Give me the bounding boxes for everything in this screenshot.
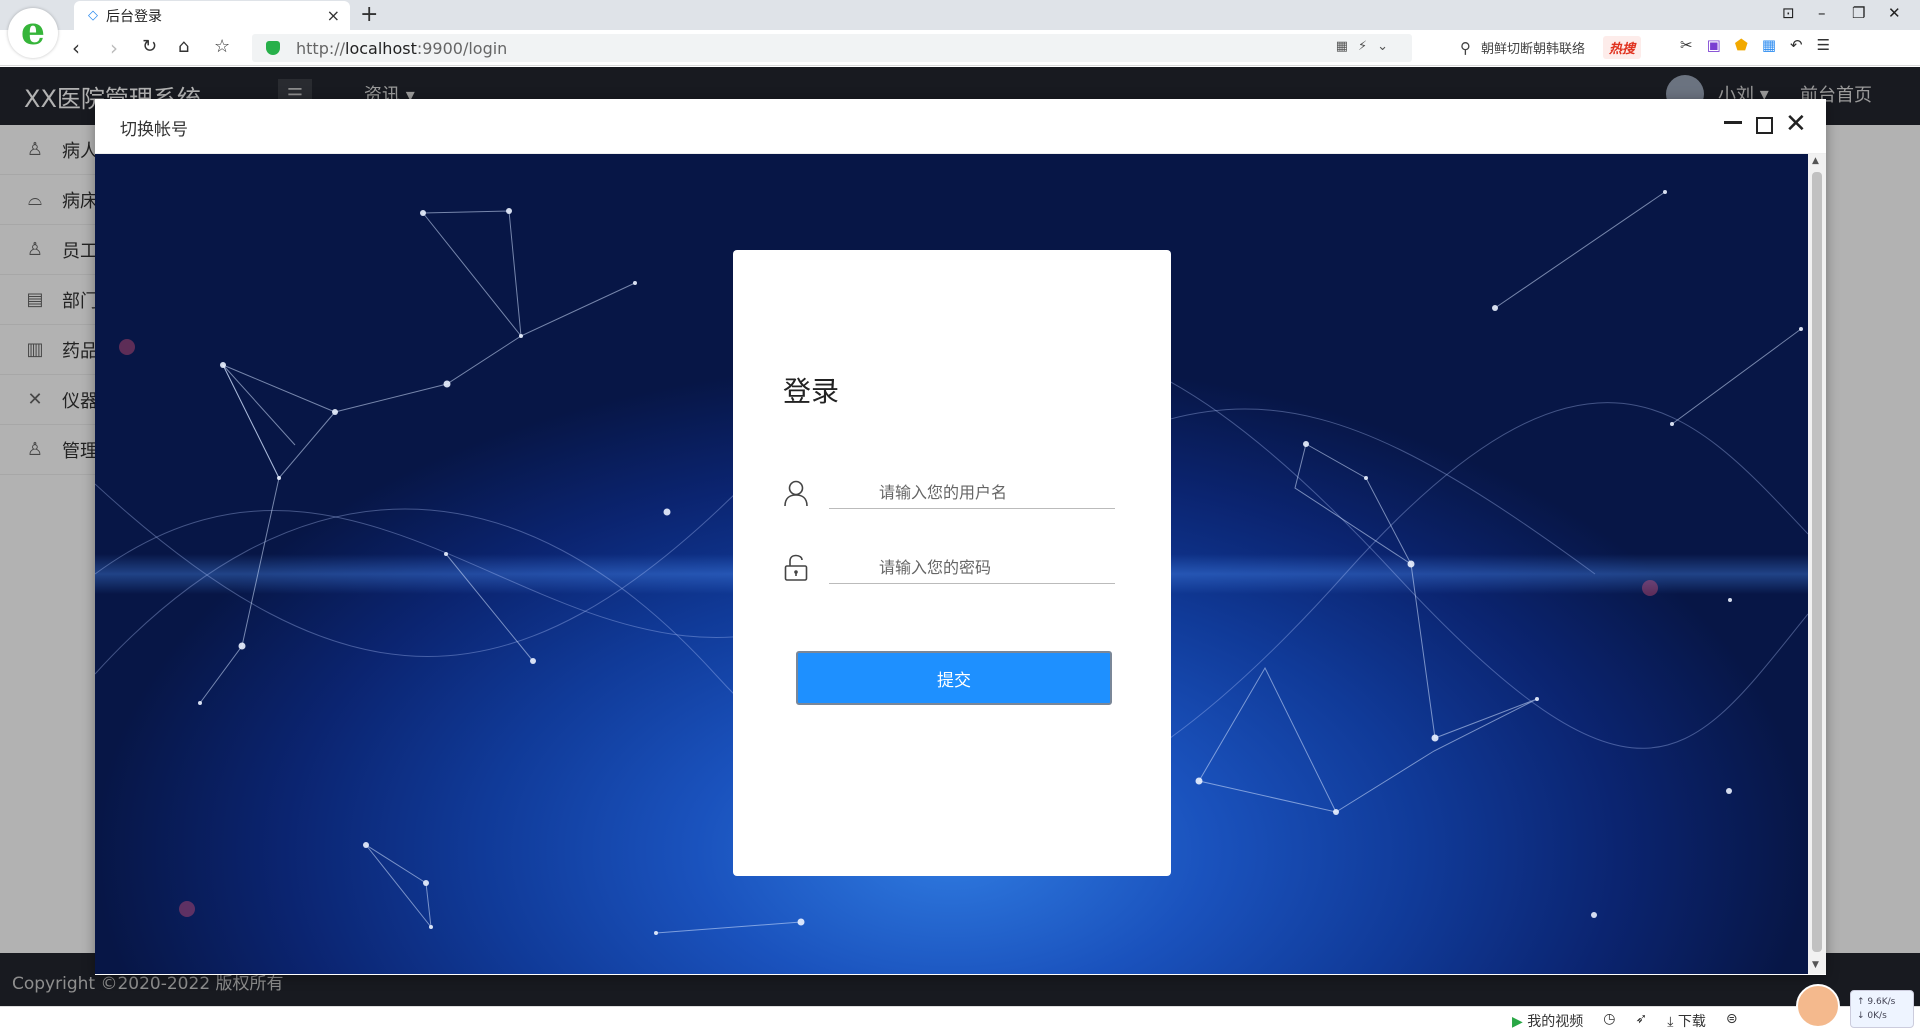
submit-button[interactable]: 提交 <box>796 651 1112 705</box>
statusbar-items: ▶ 我的视频 ◷ ➶ ⤓ 下载 ⊜ <box>1512 1011 1738 1031</box>
minimize-window-button[interactable]: – <box>1818 4 1826 22</box>
grid-extension-icon[interactable]: ▦ <box>1762 36 1776 54</box>
browser-logo[interactable]: e <box>8 8 58 58</box>
scroll-down-arrow-icon[interactable]: ▼ <box>1812 960 1819 970</box>
play-icon: ▶ <box>1512 1014 1523 1030</box>
shirt-icon[interactable]: ⊡ <box>1782 4 1795 22</box>
tab-title: 后台登录 <box>106 8 162 25</box>
scroll-up-arrow-icon[interactable]: ▲ <box>1812 156 1819 166</box>
shield-extension-icon[interactable]: ⬟ <box>1735 36 1748 54</box>
page-favicon-icon: ◇ <box>88 7 98 23</box>
undo-icon[interactable]: ↶ <box>1790 36 1803 54</box>
search-box[interactable]: ⚲ 朝鲜切断朝韩联络 热搜 <box>1460 36 1642 59</box>
download-link[interactable]: ⤓ 下载 <box>1667 1011 1706 1031</box>
menu-icon[interactable]: ☰ <box>1817 36 1830 54</box>
unlock-icon <box>784 554 808 581</box>
tab-close-icon[interactable]: × <box>327 6 340 25</box>
browser-statusbar: ▶ 我的视频 ◷ ➶ ⤓ 下载 ⊜ <box>0 1006 1920 1032</box>
download-speed: ↓ 0K/s <box>1857 1011 1887 1021</box>
browser-tabbar: ◇ 后台登录 × + ⊡ – ❐ ✕ <box>0 0 1920 30</box>
login-background: 登录 提交 <box>95 154 1808 974</box>
switch-account-dialog: 切换帐号 ✕ 登录 请输入您的用户名 提交 ▲ ▼ <box>95 99 1826 975</box>
url-text[interactable]: http://localhost:9900/login <box>296 39 507 58</box>
new-tab-button[interactable]: + <box>360 2 378 27</box>
upload-speed: ↑ 9.6K/s <box>1857 997 1896 1007</box>
history-icon[interactable]: ◷ <box>1603 1011 1615 1031</box>
restore-window-button[interactable]: ❐ <box>1852 4 1865 22</box>
browser-tab[interactable]: ◇ 后台登录 × <box>74 1 350 30</box>
password-input[interactable] <box>829 552 1115 584</box>
username-field <box>783 477 1115 509</box>
login-title: 登录 <box>783 375 840 408</box>
close-dialog-icon[interactable]: ✕ <box>1785 111 1807 137</box>
dialog-scrollbar[interactable]: ▲ ▼ <box>1808 154 1826 974</box>
car-icon[interactable]: ⊜ <box>1726 1011 1738 1031</box>
hot-search-badge[interactable]: 热搜 <box>1603 36 1642 59</box>
rocket-icon[interactable]: ➶ <box>1635 1011 1647 1031</box>
password-field <box>783 552 1115 584</box>
reload-button[interactable]: ↻ <box>142 36 157 57</box>
translate-icon[interactable]: ▣ <box>1707 36 1721 54</box>
forward-button[interactable]: › <box>110 36 118 60</box>
address-bar[interactable]: http://localhost:9900/login ▦⚡⌄ <box>252 34 1412 62</box>
bookmark-star-icon[interactable]: ☆ <box>214 36 230 57</box>
close-window-button[interactable]: ✕ <box>1888 4 1901 22</box>
my-video-link[interactable]: ▶ 我的视频 <box>1512 1011 1583 1031</box>
maximize-dialog-icon[interactable] <box>1756 117 1773 134</box>
search-icon: ⚲ <box>1460 38 1471 57</box>
url-actions[interactable]: ▦⚡⌄ <box>1336 39 1398 54</box>
login-card: 登录 提交 <box>733 250 1171 876</box>
browser-toolbar: ‹ › ↻ ⌂ ☆ http://localhost:9900/login ▦⚡… <box>0 30 1920 66</box>
assistant-orb-icon[interactable] <box>1796 984 1840 1028</box>
user-icon <box>784 480 808 507</box>
username-input[interactable] <box>829 477 1115 509</box>
search-suggestion[interactable]: 朝鲜切断朝韩联络 <box>1481 38 1585 57</box>
back-button[interactable]: ‹ <box>72 36 80 60</box>
security-shield-icon <box>266 41 280 55</box>
dialog-title: 切换帐号 <box>120 120 188 140</box>
toolbar-extensions: ✂ ▣ ⬟ ▦ ↶ ☰ <box>1680 36 1830 54</box>
minimize-dialog-icon[interactable] <box>1724 121 1742 124</box>
scrollbar-thumb[interactable] <box>1812 172 1822 952</box>
home-button[interactable]: ⌂ <box>178 36 189 57</box>
network-speed-widget: ↑ 9.6K/s ↓ 0K/s <box>1850 990 1914 1028</box>
scissors-icon[interactable]: ✂ <box>1680 36 1693 54</box>
dialog-header: 切换帐号 ✕ <box>95 99 1826 154</box>
